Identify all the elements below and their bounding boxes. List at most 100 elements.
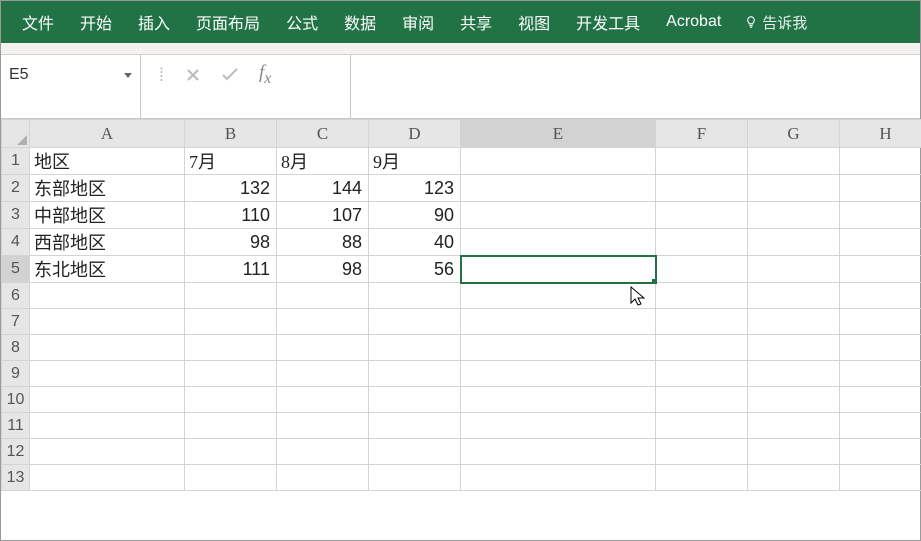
cell-H5[interactable] (840, 256, 921, 283)
ribbon-tab-10[interactable]: Acrobat (653, 1, 734, 43)
ribbon-tab-9[interactable]: 开发工具 (563, 1, 653, 43)
cell-G2[interactable] (748, 175, 840, 202)
row-header-2[interactable]: 2 (2, 175, 30, 202)
ribbon-tab-7[interactable]: 共享 (447, 1, 505, 43)
cell-H7[interactable] (840, 309, 921, 335)
cell-G8[interactable] (748, 335, 840, 361)
ribbon-tab-3[interactable]: 页面布局 (183, 1, 273, 43)
ribbon-tab-8[interactable]: 视图 (505, 1, 563, 43)
cell-F2[interactable] (656, 175, 748, 202)
cell-E3[interactable] (461, 202, 656, 229)
cell-A9[interactable] (30, 361, 185, 387)
cell-A13[interactable] (30, 465, 185, 491)
cell-A4[interactable]: 西部地区 (30, 229, 185, 256)
row-header-7[interactable]: 7 (2, 309, 30, 335)
cell-F9[interactable] (656, 361, 748, 387)
cell-F5[interactable] (656, 256, 748, 283)
cell-H12[interactable] (840, 439, 921, 465)
cell-E12[interactable] (461, 439, 656, 465)
cell-G11[interactable] (748, 413, 840, 439)
cell-D3[interactable]: 90 (369, 202, 461, 229)
cell-H3[interactable] (840, 202, 921, 229)
cell-C13[interactable] (277, 465, 369, 491)
cell-A7[interactable] (30, 309, 185, 335)
cell-C2[interactable]: 144 (277, 175, 369, 202)
cell-G1[interactable] (748, 148, 840, 175)
cell-E4[interactable] (461, 229, 656, 256)
col-header-A[interactable]: A (30, 120, 185, 148)
cell-B8[interactable] (185, 335, 277, 361)
name-box[interactable]: E5 (1, 61, 140, 89)
cell-G3[interactable] (748, 202, 840, 229)
cell-B3[interactable]: 110 (185, 202, 277, 229)
cell-D1[interactable]: 9月 (369, 148, 461, 175)
cell-B1[interactable]: 7月 (185, 148, 277, 175)
cell-D13[interactable] (369, 465, 461, 491)
ribbon-tab-1[interactable]: 开始 (67, 1, 125, 43)
row-header-8[interactable]: 8 (2, 335, 30, 361)
cell-B11[interactable] (185, 413, 277, 439)
col-header-G[interactable]: G (748, 120, 840, 148)
cell-A8[interactable] (30, 335, 185, 361)
fx-icon[interactable]: fx (259, 62, 271, 88)
cell-C7[interactable] (277, 309, 369, 335)
cell-B13[interactable] (185, 465, 277, 491)
cell-E6[interactable] (461, 283, 656, 309)
cell-F1[interactable] (656, 148, 748, 175)
cell-G9[interactable] (748, 361, 840, 387)
cell-A3[interactable]: 中部地区 (30, 202, 185, 229)
cell-A5[interactable]: 东北地区 (30, 256, 185, 283)
cell-F11[interactable] (656, 413, 748, 439)
cell-C6[interactable] (277, 283, 369, 309)
cell-B7[interactable] (185, 309, 277, 335)
cell-C11[interactable] (277, 413, 369, 439)
cell-F10[interactable] (656, 387, 748, 413)
cell-D5[interactable]: 56 (369, 256, 461, 283)
cell-C8[interactable] (277, 335, 369, 361)
spreadsheet[interactable]: ABCDEFGH 1地区7月8月9月2东部地区1321441233中部地区110… (1, 119, 921, 491)
cell-G7[interactable] (748, 309, 840, 335)
cell-E10[interactable] (461, 387, 656, 413)
cell-H1[interactable] (840, 148, 921, 175)
cell-G4[interactable] (748, 229, 840, 256)
cell-B12[interactable] (185, 439, 277, 465)
cell-H6[interactable] (840, 283, 921, 309)
cell-D10[interactable] (369, 387, 461, 413)
row-header-11[interactable]: 11 (2, 413, 30, 439)
cell-F13[interactable] (656, 465, 748, 491)
cell-E5[interactable] (461, 256, 656, 283)
enter-icon[interactable] (221, 67, 239, 83)
cell-D4[interactable]: 40 (369, 229, 461, 256)
col-header-D[interactable]: D (369, 120, 461, 148)
cell-F8[interactable] (656, 335, 748, 361)
cell-A12[interactable] (30, 439, 185, 465)
row-header-3[interactable]: 3 (2, 202, 30, 229)
cell-H11[interactable] (840, 413, 921, 439)
cell-C10[interactable] (277, 387, 369, 413)
cell-G6[interactable] (748, 283, 840, 309)
cell-D9[interactable] (369, 361, 461, 387)
cell-F7[interactable] (656, 309, 748, 335)
cell-C4[interactable]: 88 (277, 229, 369, 256)
cell-D7[interactable] (369, 309, 461, 335)
cell-H8[interactable] (840, 335, 921, 361)
ribbon-tab-5[interactable]: 数据 (331, 1, 389, 43)
cell-E11[interactable] (461, 413, 656, 439)
cell-F3[interactable] (656, 202, 748, 229)
cell-G12[interactable] (748, 439, 840, 465)
cell-H13[interactable] (840, 465, 921, 491)
cell-A6[interactable] (30, 283, 185, 309)
row-header-13[interactable]: 13 (2, 465, 30, 491)
cell-B5[interactable]: 111 (185, 256, 277, 283)
cancel-icon[interactable] (185, 67, 201, 83)
cell-A2[interactable]: 东部地区 (30, 175, 185, 202)
cell-B10[interactable] (185, 387, 277, 413)
formula-input[interactable] (351, 55, 920, 118)
cell-E8[interactable] (461, 335, 656, 361)
cell-H9[interactable] (840, 361, 921, 387)
cell-E2[interactable] (461, 175, 656, 202)
row-header-5[interactable]: 5 (2, 256, 30, 283)
row-header-9[interactable]: 9 (2, 361, 30, 387)
cell-D2[interactable]: 123 (369, 175, 461, 202)
tell-me[interactable]: 告诉我 (744, 12, 807, 33)
